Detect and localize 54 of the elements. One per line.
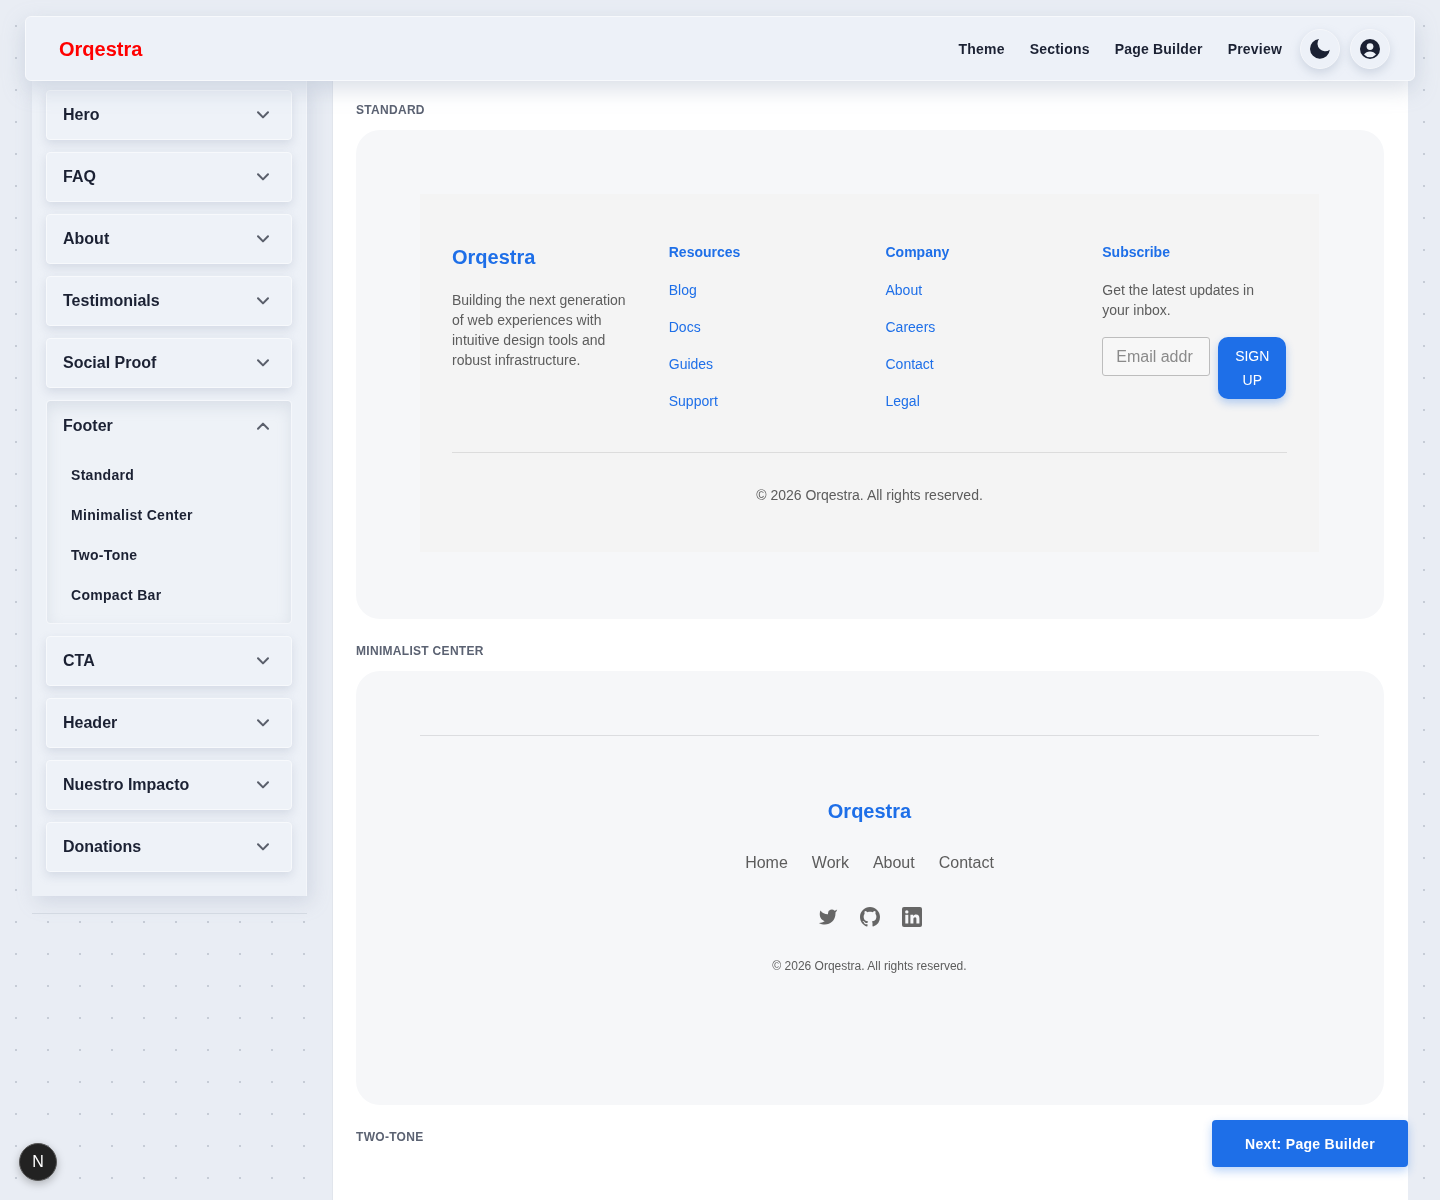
accordion-header[interactable]: CTA [46,636,292,686]
footer-link[interactable]: Careers [885,317,936,337]
footer-link[interactable]: Legal [885,391,920,411]
accordion-header[interactable]: Header [46,698,292,748]
footer-description: Building the next generation of web experiences with intuitive design tools and robust infrastructure. [452,291,627,370]
brand-logo[interactable]: Orqestra [59,36,143,61]
in-square-icon[interactable] [901,907,922,927]
accordion-header[interactable]: Donations [46,822,292,872]
email-field[interactable]: Email addr [1102,337,1211,376]
sidebar-subitem[interactable]: Standard [47,455,291,495]
theme-toggle-button[interactable] [1300,28,1340,69]
accordion-header[interactable]: Footer [47,401,291,451]
user-avatar-icon [1360,38,1380,59]
nav-link[interactable]: Preview [1227,38,1282,59]
footer-column-heading: Company [885,243,950,262]
cat-silhouette-icon[interactable] [859,907,880,927]
footer-brand: Orqestra [452,245,536,270]
nav-link[interactable]: Theme [958,38,1005,59]
footer-link[interactable]: Contact [885,354,934,374]
sidebar-subitem[interactable]: Minimalist Center [47,495,291,535]
nav-link[interactable]: Sections [1029,38,1090,59]
accordion-header[interactable]: Social Proof [46,338,292,388]
moon-icon [1310,38,1330,59]
dev-tools-button[interactable]: N [19,1143,57,1181]
footer-link[interactable]: Work [811,851,849,875]
footer-brand: Orqestra [827,799,912,823]
footer-link[interactable]: Blog [668,280,697,300]
accordion-header[interactable]: Testimonials [46,276,292,326]
next-button[interactable]: Next: Page Builder [1212,1120,1408,1167]
nav-link[interactable]: Page Builder [1114,38,1203,59]
footer-link[interactable]: Docs [668,317,701,337]
subscribe-text: Get the latest updates in your inbox. [1102,281,1255,320]
footer-column-heading: Subscribe [1102,243,1170,262]
sidebar-subitem[interactable]: Compact Bar [47,575,291,615]
accordion-header[interactable]: FAQ [46,152,292,202]
footer-link[interactable]: Contact [938,851,994,875]
footer-link[interactable]: Home [745,851,788,875]
copyright-text: © 2026 Orqestra. All rights reserved. [772,958,967,974]
bird-icon[interactable] [817,907,838,927]
copyright-text: © 2026 Orqestra. All rights reserved. [756,486,983,505]
footer-link[interactable]: About [885,280,923,300]
section-label: MINIMALIST CENTER [356,643,484,659]
section-label: STANDARD [356,102,425,118]
sign-up-button[interactable]: SIGN UP [1218,337,1287,399]
footer-link[interactable]: About [872,851,915,875]
accordion-header[interactable]: About [46,214,292,264]
footer-link[interactable]: Guides [668,354,714,374]
sidebar-subitem[interactable]: Two-Tone [47,535,291,575]
footer-column-heading: Resources [668,243,741,262]
accordion-header[interactable]: Hero [46,90,292,140]
account-button[interactable] [1350,28,1390,69]
section-label: TWO-TONE [356,1129,424,1145]
footer-link[interactable]: Support [668,391,718,411]
accordion-header[interactable]: Nuestro Impacto [46,760,292,810]
